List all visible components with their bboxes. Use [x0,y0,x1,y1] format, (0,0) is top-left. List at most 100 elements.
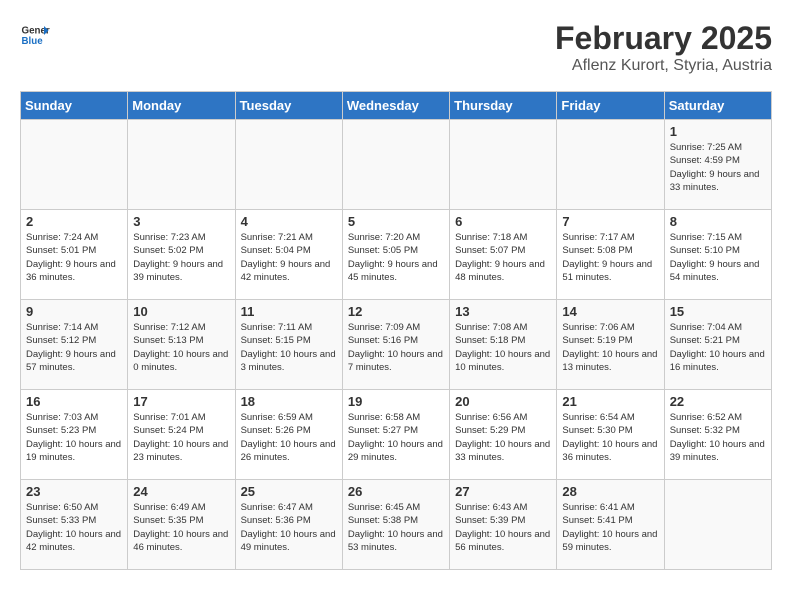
day-number: 25 [241,484,337,499]
table-row: 17 Sunrise: 7:01 AM Sunset: 5:24 PM Dayli… [128,390,235,480]
day-info: Sunrise: 7:25 AM Sunset: 4:59 PM Dayligh… [670,141,766,194]
day-info: Sunrise: 7:06 AM Sunset: 5:19 PM Dayligh… [562,321,658,374]
day-number: 3 [133,214,229,229]
table-row [21,120,128,210]
day-number: 1 [670,124,766,139]
col-sunday: Sunday [21,92,128,120]
table-row: 13 Sunrise: 7:08 AM Sunset: 5:18 PM Dayli… [450,300,557,390]
col-tuesday: Tuesday [235,92,342,120]
day-info: Sunrise: 7:09 AM Sunset: 5:16 PM Dayligh… [348,321,444,374]
calendar-week-row: 1 Sunrise: 7:25 AM Sunset: 4:59 PM Daylig… [21,120,772,210]
day-info: Sunrise: 6:43 AM Sunset: 5:39 PM Dayligh… [455,501,551,554]
day-info: Sunrise: 7:08 AM Sunset: 5:18 PM Dayligh… [455,321,551,374]
day-info: Sunrise: 7:20 AM Sunset: 5:05 PM Dayligh… [348,231,444,284]
calendar-table: Sunday Monday Tuesday Wednesday Thursday… [20,91,772,570]
title-section: February 2025 Aflenz Kurort, Styria, Aus… [555,20,772,75]
calendar-week-row: 16 Sunrise: 7:03 AM Sunset: 5:23 PM Dayli… [21,390,772,480]
col-monday: Monday [128,92,235,120]
day-info: Sunrise: 7:04 AM Sunset: 5:21 PM Dayligh… [670,321,766,374]
day-number: 13 [455,304,551,319]
table-row: 20 Sunrise: 6:56 AM Sunset: 5:29 PM Dayli… [450,390,557,480]
day-number: 17 [133,394,229,409]
day-info: Sunrise: 6:56 AM Sunset: 5:29 PM Dayligh… [455,411,551,464]
day-number: 16 [26,394,122,409]
table-row: 15 Sunrise: 7:04 AM Sunset: 5:21 PM Dayli… [664,300,771,390]
table-row: 8 Sunrise: 7:15 AM Sunset: 5:10 PM Daylig… [664,210,771,300]
day-number: 15 [670,304,766,319]
day-info: Sunrise: 6:58 AM Sunset: 5:27 PM Dayligh… [348,411,444,464]
table-row: 23 Sunrise: 6:50 AM Sunset: 5:33 PM Dayli… [21,480,128,570]
col-saturday: Saturday [664,92,771,120]
day-number: 26 [348,484,444,499]
day-number: 23 [26,484,122,499]
day-info: Sunrise: 7:14 AM Sunset: 5:12 PM Dayligh… [26,321,122,374]
calendar-week-row: 23 Sunrise: 6:50 AM Sunset: 5:33 PM Dayli… [21,480,772,570]
table-row: 5 Sunrise: 7:20 AM Sunset: 5:05 PM Daylig… [342,210,449,300]
day-number: 28 [562,484,658,499]
day-info: Sunrise: 6:49 AM Sunset: 5:35 PM Dayligh… [133,501,229,554]
table-row [342,120,449,210]
table-row: 2Sunrise: 7:24 AM Sunset: 5:01 PM Daylig… [21,210,128,300]
day-info: Sunrise: 7:24 AM Sunset: 5:01 PM Dayligh… [26,231,122,284]
day-number: 10 [133,304,229,319]
day-number: 12 [348,304,444,319]
table-row [235,120,342,210]
logo-icon: General Blue [20,20,50,50]
table-row: 3 Sunrise: 7:23 AM Sunset: 5:02 PM Daylig… [128,210,235,300]
day-number: 24 [133,484,229,499]
day-info: Sunrise: 7:12 AM Sunset: 5:13 PM Dayligh… [133,321,229,374]
day-info: Sunrise: 7:23 AM Sunset: 5:02 PM Dayligh… [133,231,229,284]
col-wednesday: Wednesday [342,92,449,120]
col-friday: Friday [557,92,664,120]
day-info: Sunrise: 7:18 AM Sunset: 5:07 PM Dayligh… [455,231,551,284]
table-row: 28 Sunrise: 6:41 AM Sunset: 5:41 PM Dayli… [557,480,664,570]
table-row: 25 Sunrise: 6:47 AM Sunset: 5:36 PM Dayli… [235,480,342,570]
day-info: Sunrise: 7:11 AM Sunset: 5:15 PM Dayligh… [241,321,337,374]
table-row: 10 Sunrise: 7:12 AM Sunset: 5:13 PM Dayli… [128,300,235,390]
location: Aflenz Kurort, Styria, Austria [555,57,772,75]
table-row: 16 Sunrise: 7:03 AM Sunset: 5:23 PM Dayli… [21,390,128,480]
calendar-header-row: Sunday Monday Tuesday Wednesday Thursday… [21,92,772,120]
day-info: Sunrise: 7:01 AM Sunset: 5:24 PM Dayligh… [133,411,229,464]
page-header: General Blue February 2025 Aflenz Kurort… [20,20,772,75]
day-info: Sunrise: 7:15 AM Sunset: 5:10 PM Dayligh… [670,231,766,284]
table-row [128,120,235,210]
day-number: 8 [670,214,766,229]
day-number: 6 [455,214,551,229]
day-number: 18 [241,394,337,409]
table-row: 22Sunrise: 6:52 AM Sunset: 5:32 PM Dayli… [664,390,771,480]
table-row: 19 Sunrise: 6:58 AM Sunset: 5:27 PM Dayli… [342,390,449,480]
day-number: 20 [455,394,551,409]
col-thursday: Thursday [450,92,557,120]
table-row: 6 Sunrise: 7:18 AM Sunset: 5:07 PM Daylig… [450,210,557,300]
table-row: 14 Sunrise: 7:06 AM Sunset: 5:19 PM Dayli… [557,300,664,390]
day-info: Sunrise: 6:52 AM Sunset: 5:32 PM Dayligh… [670,411,766,464]
month-year: February 2025 [555,20,772,57]
day-info: Sunrise: 7:21 AM Sunset: 5:04 PM Dayligh… [241,231,337,284]
day-info: Sunrise: 6:45 AM Sunset: 5:38 PM Dayligh… [348,501,444,554]
table-row: 18Sunrise: 6:59 AM Sunset: 5:26 PM Dayli… [235,390,342,480]
table-row: 12 Sunrise: 7:09 AM Sunset: 5:16 PM Dayli… [342,300,449,390]
day-number: 27 [455,484,551,499]
day-info: Sunrise: 6:50 AM Sunset: 5:33 PM Dayligh… [26,501,122,554]
table-row: 27 Sunrise: 6:43 AM Sunset: 5:39 PM Dayli… [450,480,557,570]
day-info: Sunrise: 7:03 AM Sunset: 5:23 PM Dayligh… [26,411,122,464]
table-row: 21Sunrise: 6:54 AM Sunset: 5:30 PM Dayli… [557,390,664,480]
table-row: 1 Sunrise: 7:25 AM Sunset: 4:59 PM Daylig… [664,120,771,210]
calendar-week-row: 9 Sunrise: 7:14 AM Sunset: 5:12 PM Daylig… [21,300,772,390]
day-number: 9 [26,304,122,319]
calendar-week-row: 2Sunrise: 7:24 AM Sunset: 5:01 PM Daylig… [21,210,772,300]
day-info: Sunrise: 6:47 AM Sunset: 5:36 PM Dayligh… [241,501,337,554]
table-row: 7Sunrise: 7:17 AM Sunset: 5:08 PM Daylig… [557,210,664,300]
day-info: Sunrise: 6:54 AM Sunset: 5:30 PM Dayligh… [562,411,658,464]
day-number: 19 [348,394,444,409]
day-number: 14 [562,304,658,319]
table-row: 4Sunrise: 7:21 AM Sunset: 5:04 PM Daylig… [235,210,342,300]
day-info: Sunrise: 6:41 AM Sunset: 5:41 PM Dayligh… [562,501,658,554]
logo: General Blue [20,20,50,50]
table-row: 26 Sunrise: 6:45 AM Sunset: 5:38 PM Dayli… [342,480,449,570]
day-number: 7 [562,214,658,229]
day-number: 5 [348,214,444,229]
table-row [664,480,771,570]
svg-text:Blue: Blue [22,36,44,47]
